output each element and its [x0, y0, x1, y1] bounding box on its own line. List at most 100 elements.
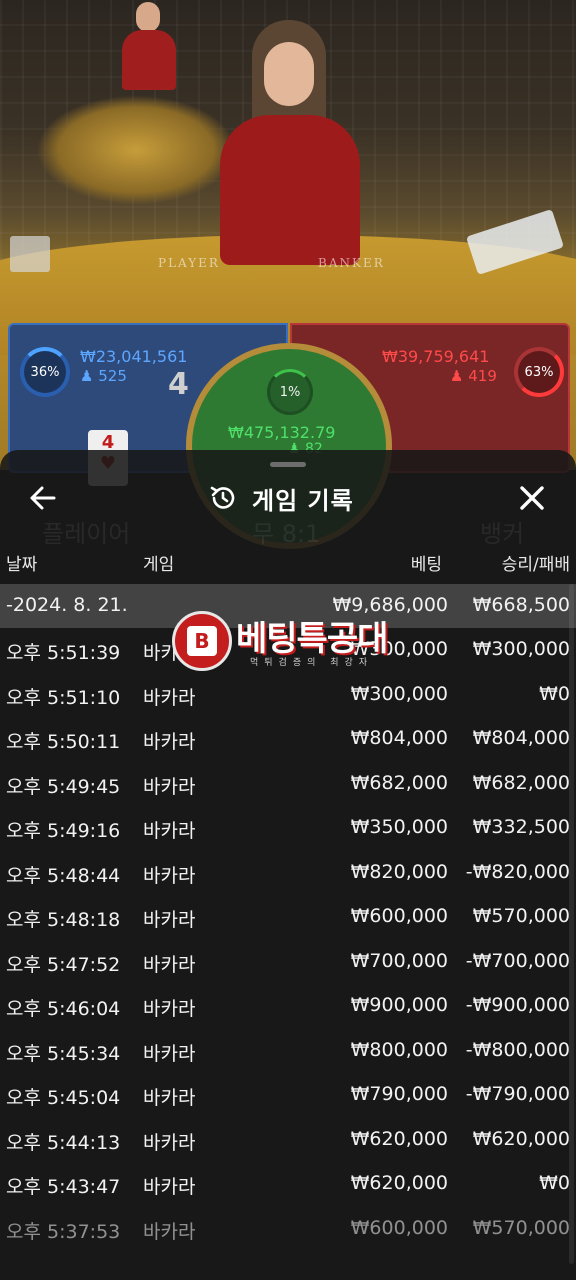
- row-bet: ₩600,000: [350, 1216, 448, 1239]
- row-time: 오후 5:45:04: [6, 1087, 121, 1109]
- row-bet: ₩600,000: [350, 905, 448, 927]
- row-result: ₩804,000: [472, 727, 570, 749]
- row-bet: ₩900,000: [350, 994, 448, 1016]
- player-count-value: 525: [98, 367, 127, 385]
- row-game: 바카라: [143, 731, 196, 753]
- dealer: [214, 20, 364, 265]
- row-time: 오후 5:43:47: [6, 1176, 121, 1198]
- history-row[interactable]: 오후 5:43:47 바카라 ₩620,000 ₩0: [0, 1162, 576, 1206]
- banker-count-value: 419: [468, 367, 497, 385]
- row-result: ₩682,000: [472, 771, 570, 794]
- background-dealer: [118, 0, 178, 90]
- row-result: ₩0: [539, 682, 570, 705]
- sheet-title: 게임 기록: [252, 486, 354, 515]
- history-row[interactable]: 오후 5:49:16 바카라 ₩350,000 ₩332,500: [0, 806, 576, 850]
- history-row[interactable]: 오후 5:48:44 바카라 ₩820,000 -₩820,000: [0, 851, 576, 895]
- app-root: PLAYER BANKER 36% ₩23,041,561 ♟ 525 4 4♥…: [0, 0, 576, 1280]
- watermark-badge-icon: B: [172, 611, 232, 671]
- history-row[interactable]: 오후 5:45:34 바카라 ₩800,000 -₩800,000: [0, 1029, 576, 1073]
- player-score: 4: [168, 367, 189, 402]
- row-time: 오후 5:51:10: [6, 686, 121, 709]
- sheet-header: 게임 기록: [0, 472, 576, 522]
- close-icon: [520, 486, 544, 510]
- history-row[interactable]: 오후 5:44:13 바카라 ₩620,000 ₩620,000: [0, 1118, 576, 1162]
- player-bettor-count: ♟ 525: [80, 367, 127, 385]
- banker-percent: 63%: [514, 347, 564, 397]
- row-time: 오후 5:48:44: [6, 864, 121, 887]
- row-time: 오후 5:49:16: [6, 820, 121, 842]
- row-bet: ₩300,000: [350, 682, 448, 705]
- row-result: ₩300,000: [472, 638, 570, 660]
- row-time: 오후 5:44:13: [6, 1131, 121, 1154]
- row-bet: ₩790,000: [350, 1083, 448, 1105]
- watermark-badge-letter: B: [187, 626, 217, 656]
- history-row[interactable]: 오후 5:37:53 바카라 ₩600,000 ₩570,000: [0, 1207, 576, 1251]
- history-row[interactable]: 오후 5:47:52 바카라 ₩700,000 -₩700,000: [0, 940, 576, 984]
- row-time: 오후 5:50:11: [6, 731, 121, 753]
- banker-total-amount: ₩39,759,641: [382, 347, 490, 366]
- row-game: 바카라: [143, 1176, 196, 1198]
- row-game: 바카라: [143, 953, 196, 976]
- watermark-subtext: 먹튀검증의 최강자: [250, 658, 374, 668]
- tie-percent: 1%: [267, 369, 313, 415]
- close-button[interactable]: [512, 480, 552, 516]
- row-time: 오후 5:45:34: [6, 1042, 121, 1065]
- row-result: ₩332,500: [472, 816, 570, 838]
- row-game: 바카라: [143, 1220, 196, 1243]
- history-row[interactable]: 오후 5:48:18 바카라 ₩600,000 ₩570,000: [0, 895, 576, 939]
- table-label-player: PLAYER: [158, 256, 220, 270]
- row-time: 오후 5:51:39: [6, 642, 121, 664]
- arrow-left-icon: [30, 486, 56, 510]
- row-game: 바카라: [143, 909, 196, 931]
- row-result: ₩570,000: [472, 905, 570, 927]
- row-bet: ₩682,000: [350, 771, 448, 794]
- row-bet: ₩820,000: [350, 860, 448, 883]
- player-total-amount: ₩23,041,561: [80, 347, 188, 366]
- history-icon: [210, 486, 235, 509]
- row-game: 바카라: [143, 998, 196, 1020]
- row-time: 오후 5:37:53: [6, 1220, 121, 1243]
- row-time: 오후 5:46:04: [6, 998, 121, 1020]
- row-result: ₩0: [539, 1172, 570, 1194]
- row-game: 바카라: [143, 1131, 196, 1154]
- row-game: 바카라: [143, 1087, 196, 1109]
- tie-total-amount: ₩475,132.79: [228, 423, 336, 442]
- row-game: 바카라: [143, 864, 196, 887]
- history-row[interactable]: 오후 5:49:45 바카라 ₩682,000 ₩682,000: [0, 762, 576, 806]
- background-table: [36, 95, 236, 205]
- row-time: 오후 5:48:18: [6, 909, 121, 931]
- row-result: -₩820,000: [465, 860, 570, 883]
- sheet-title-wrap: 게임 기록: [208, 478, 354, 518]
- row-game: 바카라: [143, 775, 196, 798]
- history-row[interactable]: 오후 5:45:04 바카라 ₩790,000 -₩790,000: [0, 1073, 576, 1117]
- row-bet: ₩620,000: [350, 1127, 448, 1150]
- watermark-text: 베팅특공대: [236, 619, 388, 659]
- drag-handle[interactable]: [270, 462, 306, 467]
- row-bet: ₩800,000: [350, 1038, 448, 1061]
- person-icon: ♟: [450, 367, 464, 385]
- row-result: -₩800,000: [465, 1038, 570, 1061]
- total-date: -2024. 8. 21.: [6, 594, 128, 616]
- row-result: -₩790,000: [465, 1083, 570, 1105]
- history-row[interactable]: 오후 5:51:10 바카라 ₩300,000 ₩0: [0, 673, 576, 717]
- row-result: -₩700,000: [465, 949, 570, 972]
- row-bet: ₩700,000: [350, 949, 448, 972]
- total-win: ₩668,500: [472, 594, 570, 616]
- column-header-game: 게임: [143, 555, 175, 575]
- row-game: 바카라: [143, 820, 196, 842]
- table-label-banker: BANKER: [318, 256, 385, 270]
- row-game: 바카라: [143, 686, 196, 709]
- row-result: ₩570,000: [472, 1216, 570, 1239]
- row-bet: ₩804,000: [350, 727, 448, 749]
- row-bet: ₩350,000: [350, 816, 448, 838]
- history-row[interactable]: 오후 5:50:11 바카라 ₩804,000 ₩804,000: [0, 717, 576, 761]
- scrollbar[interactable]: [569, 584, 574, 1264]
- game-history-sheet: 플레이어 무 8:1 뱅커 게임 기록 날짜 게임 베팅 승리/패배 -2024…: [0, 450, 576, 1280]
- watermark: B 베팅특공대 먹튀검증의 최강자: [172, 611, 412, 671]
- column-header-win: 승리/패배: [501, 555, 570, 575]
- row-result: -₩900,000: [465, 994, 570, 1016]
- player-percent: 36%: [20, 347, 70, 397]
- back-button[interactable]: [24, 480, 64, 516]
- row-game: 바카라: [143, 1042, 196, 1065]
- history-row[interactable]: 오후 5:46:04 바카라 ₩900,000 -₩900,000: [0, 984, 576, 1028]
